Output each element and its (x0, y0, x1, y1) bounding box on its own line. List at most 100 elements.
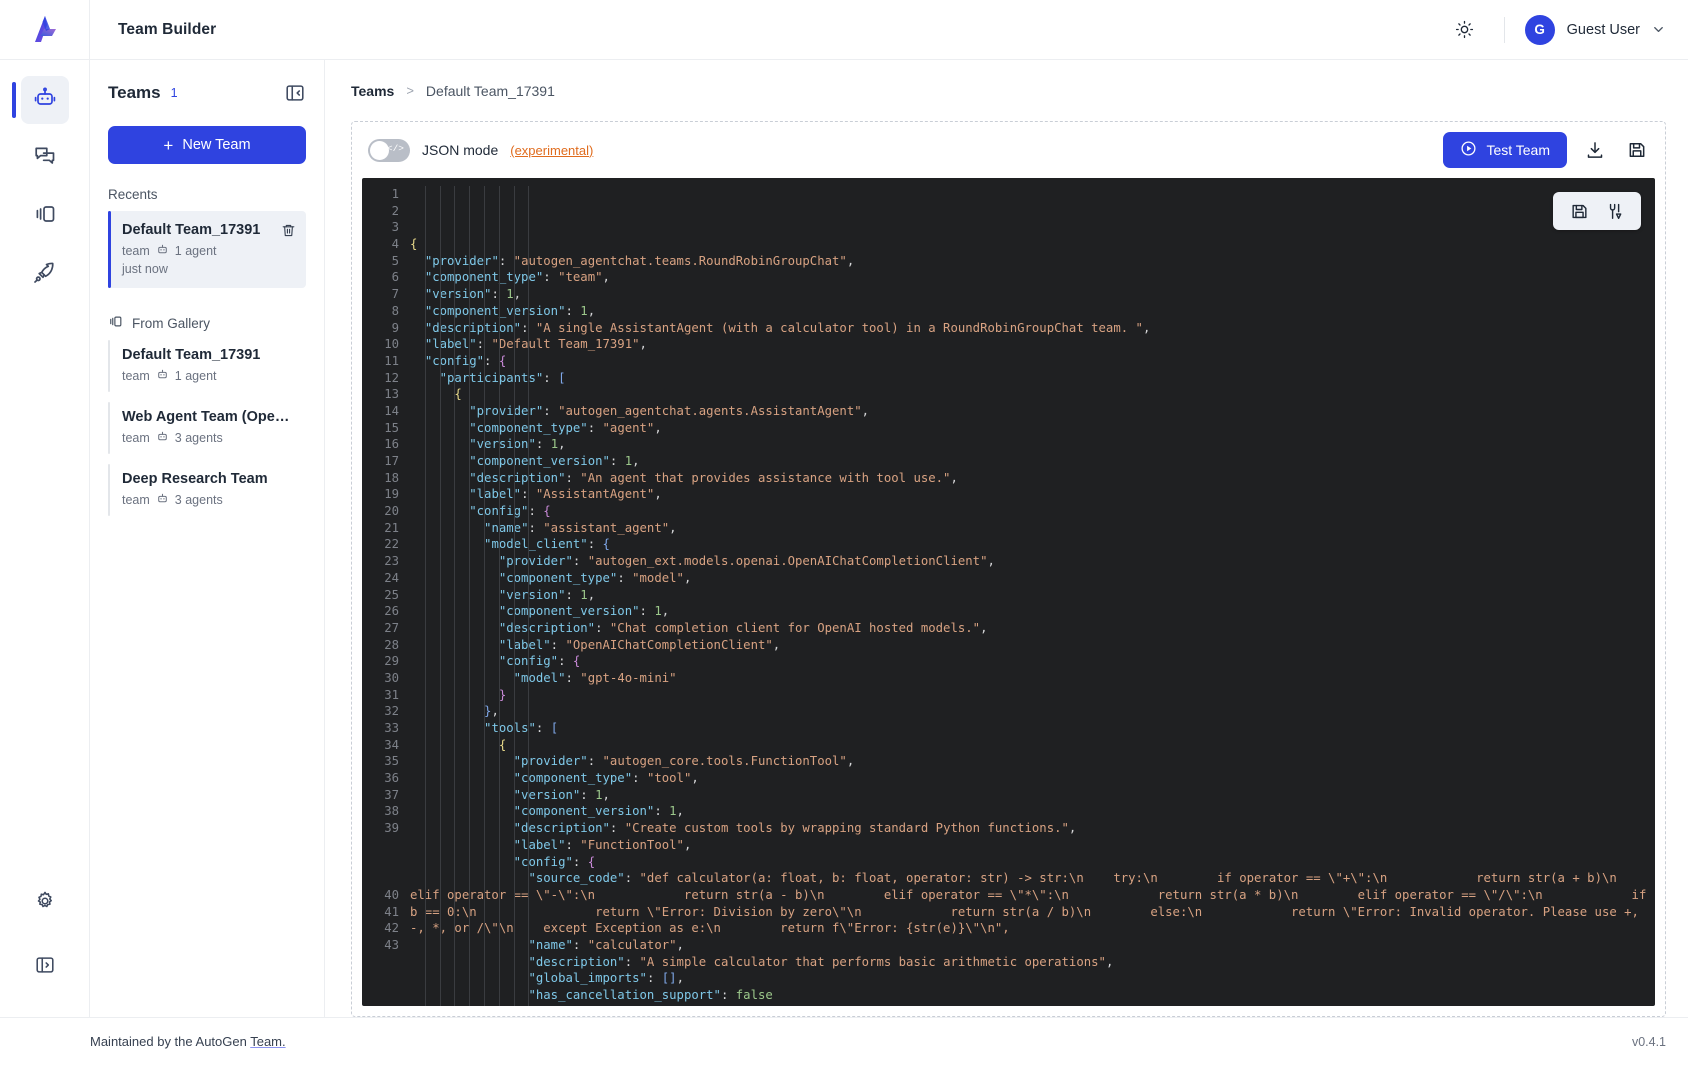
code-line[interactable]: "label": "FunctionTool", (410, 837, 1655, 854)
line-number: 23 (384, 554, 399, 569)
panel-collapse-icon[interactable] (284, 82, 306, 104)
trash-icon[interactable] (281, 223, 296, 238)
gallery-team-item[interactable]: Web Agent Team (Operat... team 3 agents (108, 400, 306, 456)
save-disk-icon[interactable] (1623, 136, 1651, 164)
panel-icon (108, 314, 123, 332)
code-line[interactable]: "component_type": "agent", (410, 420, 1655, 437)
line-number: 32 (384, 704, 399, 719)
json-mode-toggle[interactable]: </> (368, 138, 410, 162)
format-tool-icon[interactable] (1605, 202, 1624, 221)
team-type: team (122, 431, 150, 445)
team-type: team (122, 493, 150, 507)
code-line[interactable]: "source_code": "def calculator(a: float,… (410, 870, 1655, 937)
version-label: v0.4.1 (1631, 1034, 1666, 1049)
code-line[interactable]: } (410, 687, 1655, 704)
new-team-button[interactable]: + New Team (108, 126, 306, 164)
code-area[interactable]: 1 2 3 4 5 6 7 8 9 10 11 12 13 14 15 16 17 18 19 20 21 22 23 24 2… (362, 178, 1655, 1006)
code-line[interactable]: "config": { (410, 854, 1655, 871)
code-line[interactable]: "config": { (410, 353, 1655, 370)
robot-icon (33, 86, 57, 115)
code-line[interactable]: "component_type": "team", (410, 269, 1655, 286)
code-line[interactable]: "component_version": 1, (410, 803, 1655, 820)
team-meta: team 3 agents (122, 492, 294, 508)
code-line[interactable]: "model_client": { (410, 536, 1655, 553)
code-line[interactable]: }, (410, 703, 1655, 720)
chevron-down-icon[interactable] (1651, 22, 1666, 37)
line-number: 16 (384, 437, 399, 452)
download-icon[interactable] (1581, 136, 1609, 164)
sidebar-item-settings[interactable] (21, 879, 69, 927)
robot-icon (156, 492, 169, 508)
save-disk-icon[interactable] (1570, 202, 1589, 221)
code-line[interactable]: "provider": "autogen_agentchat.teams.Rou… (410, 253, 1655, 270)
line-number: 7 (391, 287, 399, 302)
line-number: 43 (384, 938, 399, 952)
avatar[interactable]: G (1524, 14, 1555, 45)
code-line[interactable]: "component_version": 1, (410, 453, 1655, 470)
line-number: 4 (391, 237, 399, 252)
code-line[interactable]: "config": { (410, 503, 1655, 520)
sidebar-item-deploy[interactable] (21, 250, 69, 298)
sun-icon[interactable] (1446, 11, 1484, 49)
builder-toolbar: </> JSON mode (experimental) Test Team (352, 122, 1665, 178)
code-line[interactable]: "version": 1, (410, 587, 1655, 604)
code-line[interactable]: "participants": [ (410, 370, 1655, 387)
code-line[interactable]: "version": 1, (410, 787, 1655, 804)
code-line[interactable]: "component_version": 1, (410, 603, 1655, 620)
code-line[interactable]: "model": "gpt-4o-mini" (410, 670, 1655, 687)
logo-cell (0, 0, 90, 60)
code-lines[interactable]: { "provider": "autogen_agentchat.teams.R… (410, 186, 1655, 1006)
gallery-team-item[interactable]: Default Team_17391 team 1 agent (108, 338, 306, 394)
code-line[interactable]: { (410, 236, 1655, 253)
sidebar-expand-button[interactable] (21, 943, 69, 991)
line-number: 42 (384, 921, 399, 936)
code-line[interactable]: "label": "AssistantAgent", (410, 486, 1655, 503)
teams-header: Teams 1 (108, 60, 306, 114)
breadcrumb-root[interactable]: Teams (351, 83, 394, 99)
team-meta: team 3 agents (122, 430, 294, 446)
gallery-label: From Gallery (132, 315, 211, 331)
code-line[interactable]: "label": "Default Team_17391", (410, 336, 1655, 353)
code-line[interactable]: "provider": "autogen_agentchat.agents.As… (410, 403, 1655, 420)
code-line[interactable]: "label": "OpenAIChatCompletionClient", (410, 637, 1655, 654)
code-line[interactable]: "description": "Create custom tools by w… (410, 820, 1655, 837)
experimental-link[interactable]: (experimental) (510, 143, 593, 158)
code-line[interactable]: "version": 1, (410, 286, 1655, 303)
code-line[interactable]: "global_imports": [], (410, 970, 1655, 987)
team-meta: team 1 agent (122, 368, 294, 384)
code-line[interactable]: "tools": [ (410, 720, 1655, 737)
line-number: 37 (384, 787, 399, 802)
recent-team-item[interactable]: Default Team_17391 team 1 agent just now (108, 211, 306, 288)
team-agent-count: 1 agent (174, 244, 217, 258)
code-line[interactable]: "provider": "autogen_core.tools.Function… (410, 753, 1655, 770)
line-number: 31 (384, 687, 399, 702)
code-line[interactable]: "component_version": 1, (410, 303, 1655, 320)
code-line[interactable]: "version": 1, (410, 436, 1655, 453)
sidebar-item-team-builder[interactable] (11, 76, 69, 124)
code-line[interactable]: { (410, 386, 1655, 403)
code-line[interactable]: "name": "calculator", (410, 937, 1655, 954)
code-line[interactable]: "component_type": "model", (410, 570, 1655, 587)
code-line[interactable]: "name": "assistant_agent", (410, 520, 1655, 537)
team-name: Web Agent Team (Operat... (122, 409, 290, 425)
json-editor[interactable]: 1 2 3 4 5 6 7 8 9 10 11 12 13 14 15 16 17 18 19 20 21 22 23 24 2… (362, 178, 1655, 1006)
line-number: 2 (391, 203, 399, 218)
line-number: 26 (384, 604, 399, 619)
code-line[interactable]: { (410, 737, 1655, 754)
code-line[interactable]: "has_cancellation_support": false (410, 987, 1655, 1004)
code-line[interactable]: "description": "Chat completion client f… (410, 620, 1655, 637)
code-line[interactable]: "description": "An agent that provides a… (410, 470, 1655, 487)
code-line[interactable]: "description": "A single AssistantAgent … (410, 320, 1655, 337)
code-line[interactable]: "description": "A simple calculator that… (410, 954, 1655, 971)
code-line[interactable]: "component_type": "tool", (410, 770, 1655, 787)
code-line[interactable]: "provider": "autogen_ext.models.openai.O… (410, 553, 1655, 570)
sidebar-item-gallery[interactable] (21, 192, 69, 240)
line-number: 21 (384, 520, 399, 535)
team-agent-count: 3 agents (174, 431, 223, 445)
team-builder-app: Team Builder G Guest User Teams 1 + New … (0, 0, 1688, 1065)
code-line[interactable]: "config": { (410, 653, 1655, 670)
test-team-button[interactable]: Test Team (1443, 132, 1567, 168)
autogen-team-link[interactable]: Team. (250, 1034, 285, 1049)
gallery-team-item[interactable]: Deep Research Team team 3 agents (108, 462, 306, 518)
sidebar-item-playground[interactable] (21, 134, 69, 182)
